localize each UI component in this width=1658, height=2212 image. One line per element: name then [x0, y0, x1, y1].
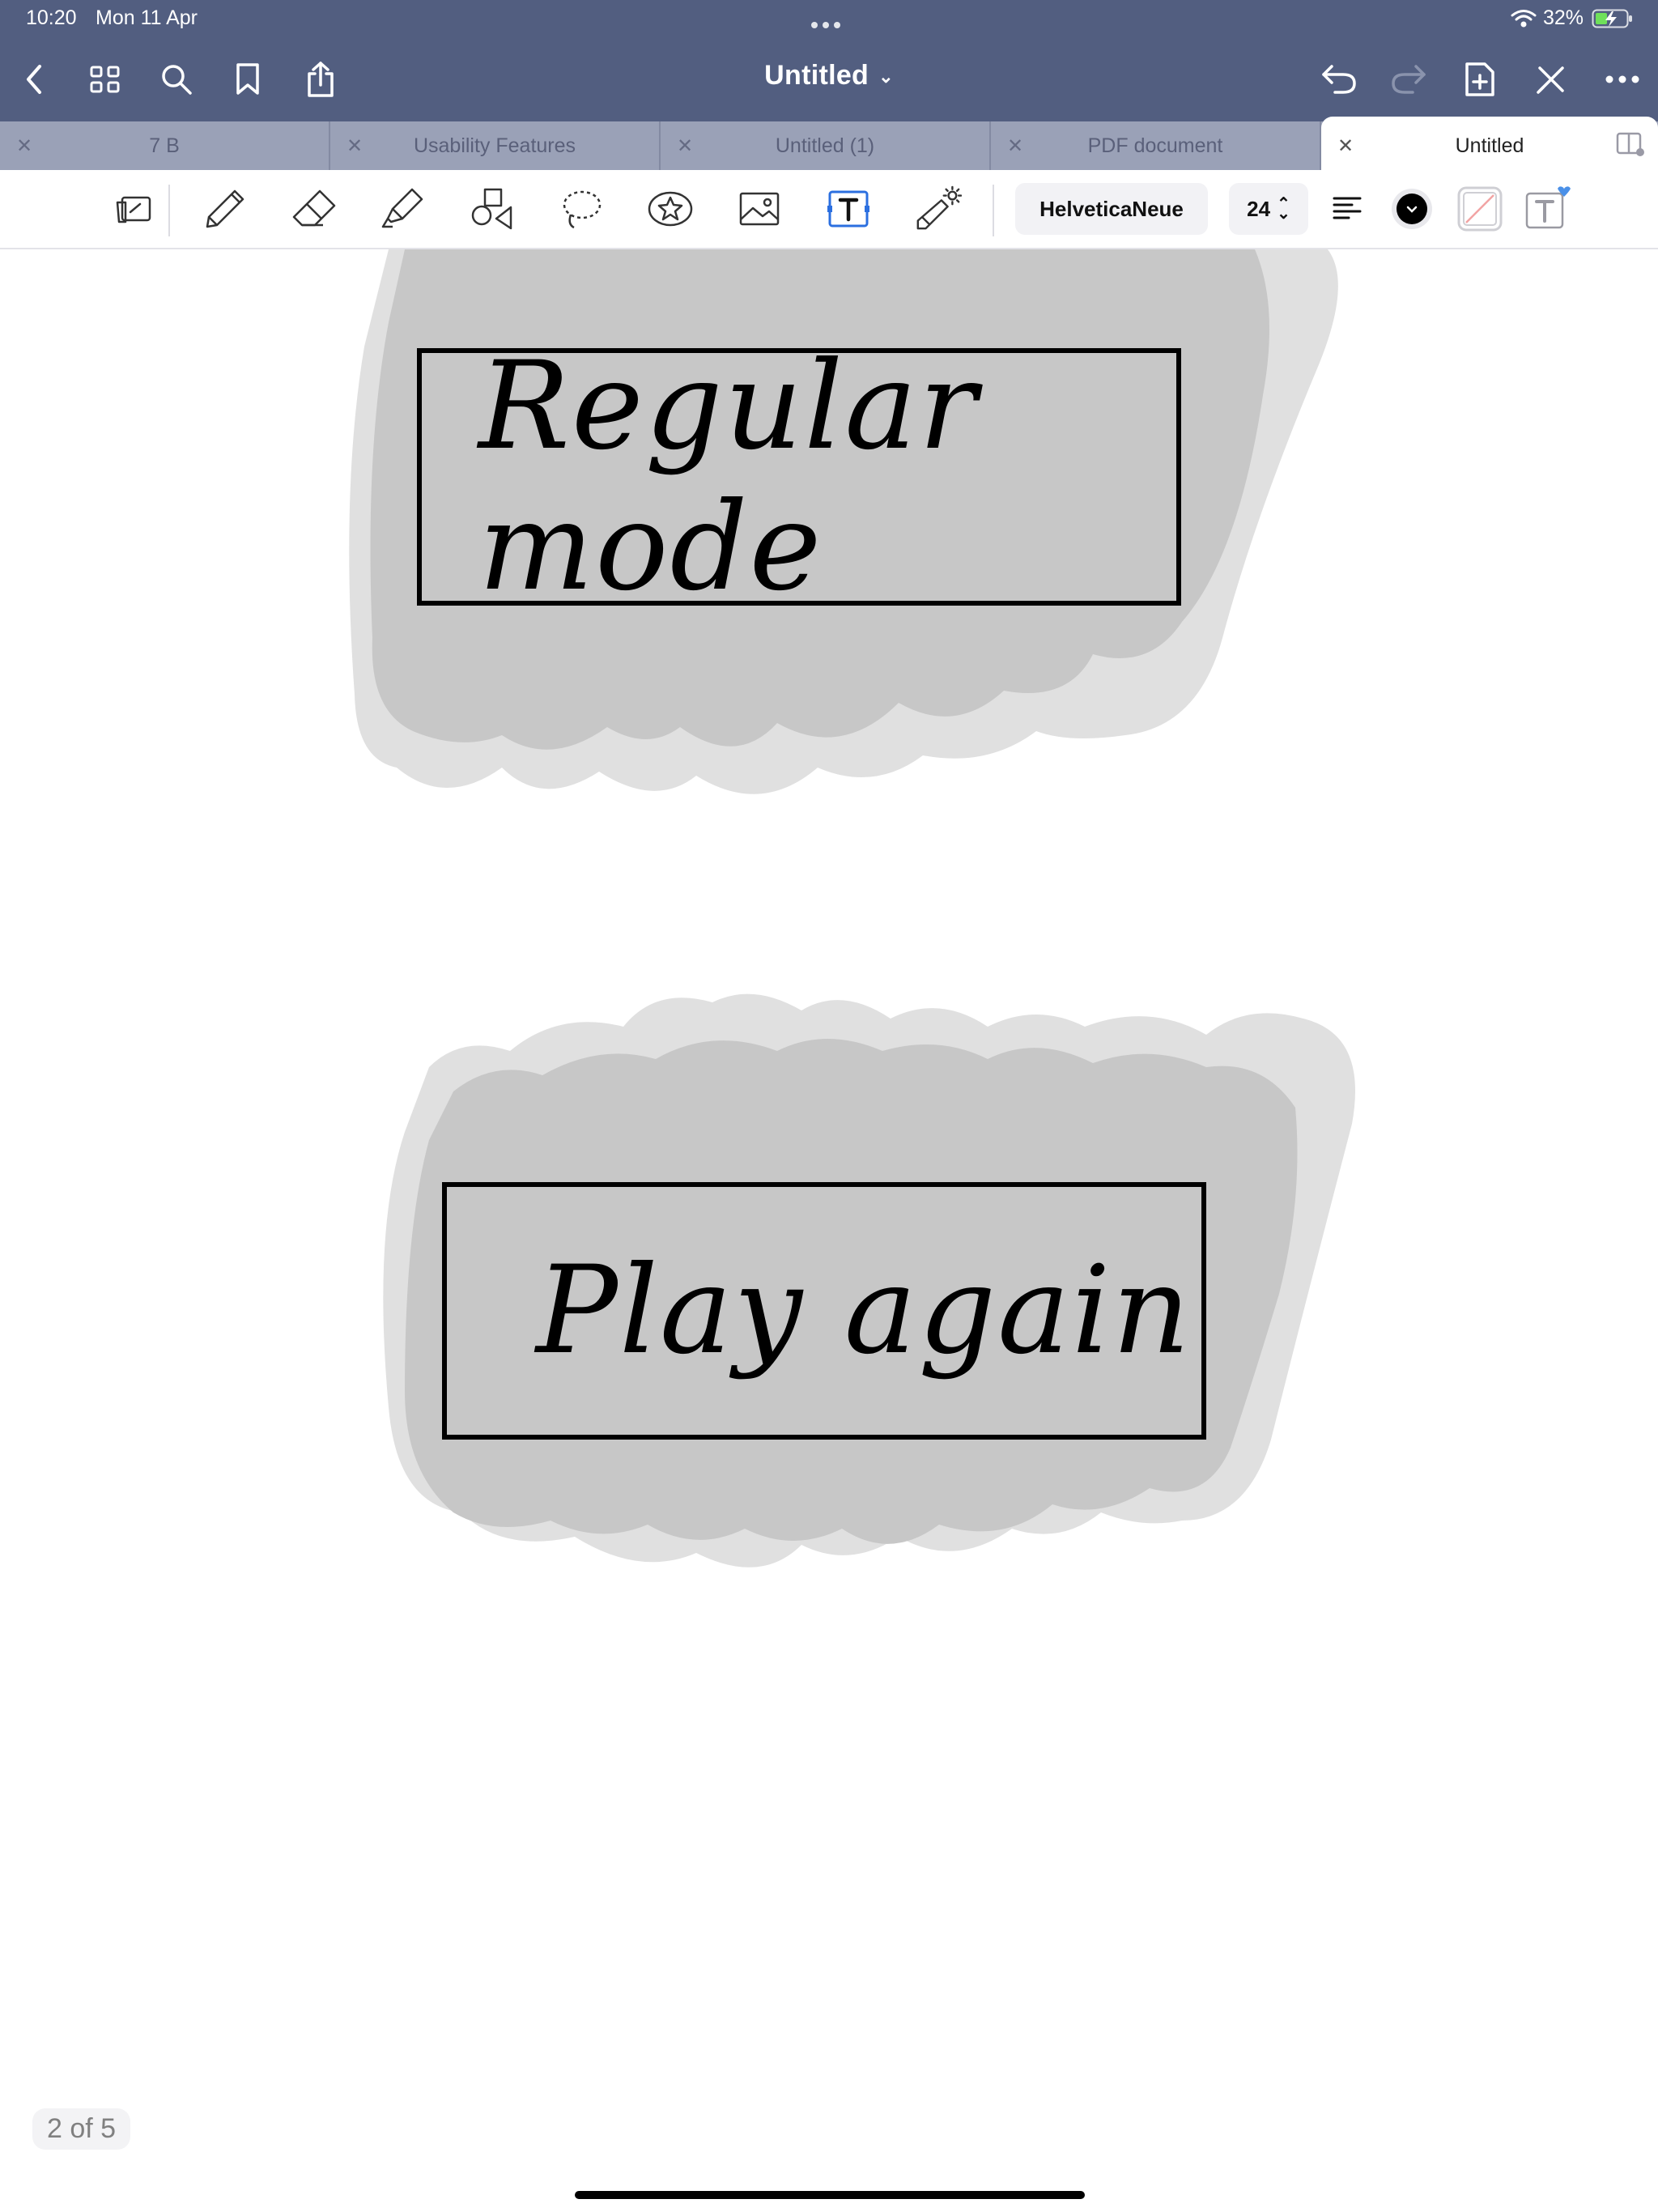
- add-page-icon[interactable]: [1457, 57, 1503, 102]
- font-size-value: 24: [1247, 196, 1271, 221]
- tab-7b[interactable]: ✕ 7 B: [0, 121, 330, 170]
- regular-mode-text-box[interactable]: Regular mode: [417, 336, 1181, 618]
- tab-untitled-1[interactable]: ✕ Untitled (1): [661, 121, 991, 170]
- elements-sticker-icon[interactable]: [646, 185, 695, 233]
- play-again-text-box[interactable]: Play again: [442, 1182, 1206, 1440]
- status-time: 10:20: [26, 6, 77, 29]
- document-title-text: Untitled: [764, 60, 869, 91]
- text-align-icon[interactable]: [1323, 185, 1371, 233]
- tab-label: Untitled: [1455, 134, 1524, 157]
- text-background-color-icon[interactable]: [1456, 185, 1504, 233]
- regular-mode-label: Regular mode: [478, 336, 979, 618]
- tab-strip: ✕ 7 B ✕ Usability Features ✕ Untitled (1…: [0, 117, 1658, 170]
- lasso-tool-icon[interactable]: [557, 185, 606, 233]
- undo-icon[interactable]: [1316, 57, 1362, 102]
- page-indicator: 2 of 5: [32, 2108, 131, 2150]
- read-only-mode-icon[interactable]: [110, 185, 159, 233]
- play-again-label: Play again: [536, 1240, 1192, 1381]
- toolbar-divider: [993, 185, 994, 236]
- wifi-icon: [1511, 10, 1537, 28]
- pen-tool-icon[interactable]: [201, 185, 249, 233]
- redo-icon[interactable]: [1386, 57, 1431, 102]
- font-family-selector[interactable]: HelveticaNeue: [1015, 183, 1208, 235]
- stepper-chevrons-icon: ⌃ ⌄: [1277, 195, 1290, 223]
- nav-bar: Untitled ⌄: [0, 40, 1658, 121]
- document-page[interactable]: Regular mode Play again: [0, 249, 1658, 2212]
- tool-bar: HelveticaNeue 24 ⌃ ⌄: [0, 170, 1658, 249]
- laser-pointer-icon[interactable]: [913, 185, 962, 233]
- font-size-selector[interactable]: 24 ⌃ ⌄: [1229, 183, 1308, 235]
- more-icon[interactable]: [1600, 57, 1645, 102]
- tab-pdf-document[interactable]: ✕ PDF document: [991, 121, 1321, 170]
- tab-label: PDF document: [1087, 134, 1223, 157]
- battery-charging-icon: [1592, 9, 1632, 28]
- toolbar-divider: [168, 185, 170, 236]
- shapes-tool-icon[interactable]: [468, 185, 517, 233]
- top-bar: 10:20 Mon 11 Apr 32% Untitled ⌄: [0, 0, 1658, 121]
- home-indicator[interactable]: [575, 2191, 1085, 2199]
- battery-percent: 32%: [1543, 6, 1584, 29]
- tab-untitled-active[interactable]: ✕ Untitled: [1321, 117, 1658, 170]
- text-tool-icon[interactable]: [824, 185, 873, 233]
- text-color-picker[interactable]: [1388, 185, 1436, 233]
- image-tool-icon[interactable]: [735, 185, 784, 233]
- status-date: Mon 11 Apr: [96, 6, 198, 29]
- tab-usability-features[interactable]: ✕ Usability Features: [330, 121, 661, 170]
- text-style-favorite-icon[interactable]: [1524, 185, 1572, 233]
- multitasking-dots-icon[interactable]: [811, 18, 847, 28]
- chevron-down-icon: ⌄: [878, 66, 894, 87]
- tab-label: 7 B: [149, 134, 180, 157]
- highlighter-tool-icon[interactable]: [379, 185, 427, 233]
- tab-label: Untitled (1): [775, 134, 875, 157]
- eraser-tool-icon[interactable]: [290, 185, 338, 233]
- pen-off-icon[interactable]: [1528, 57, 1574, 102]
- tab-label: Usability Features: [413, 134, 576, 157]
- status-bar: 10:20 Mon 11 Apr 32%: [0, 0, 1658, 39]
- split-view-icon[interactable]: [1616, 131, 1645, 157]
